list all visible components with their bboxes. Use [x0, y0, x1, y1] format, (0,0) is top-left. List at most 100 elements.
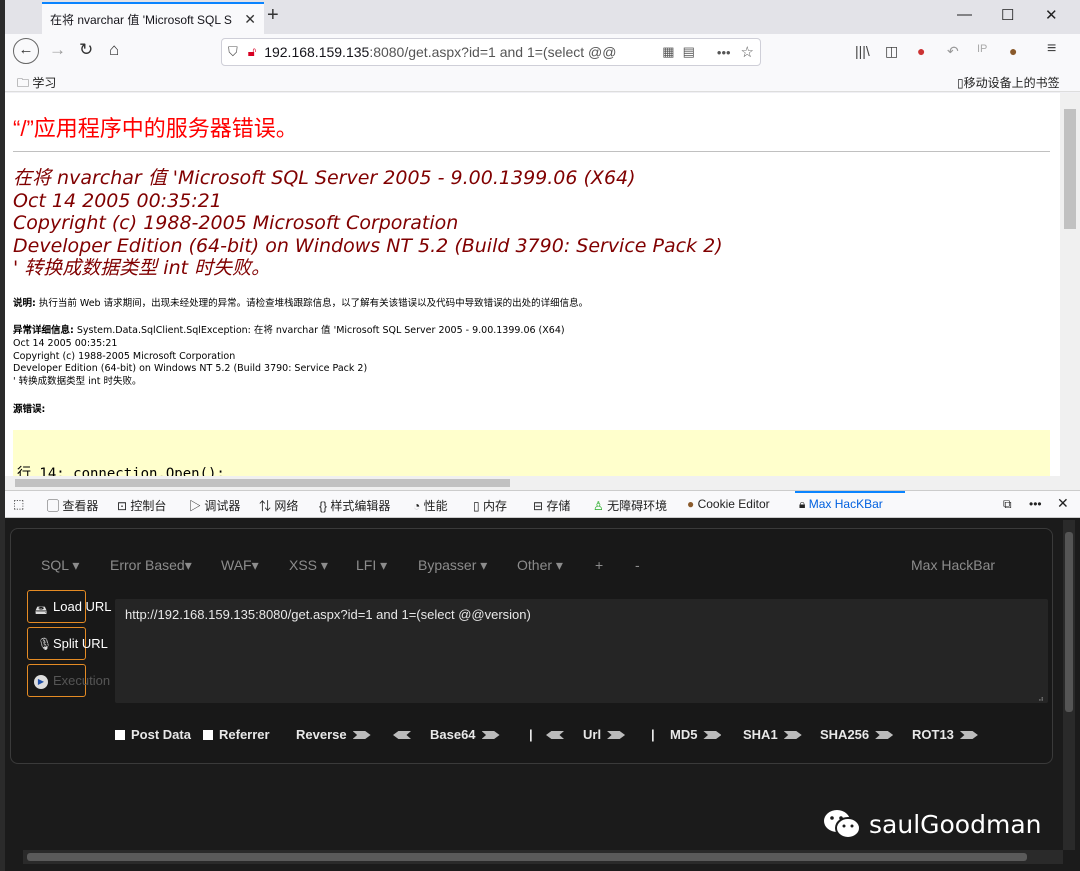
tab-inspector[interactable]: ▢ 查看器	[47, 497, 98, 514]
url-text: 192.168.159.135:8080/get.aspx?id=1 and 1…	[264, 44, 617, 60]
hackbar-brand: Max HackBar	[911, 557, 996, 573]
remove-button[interactable]: -	[635, 557, 640, 573]
undo-icon[interactable]: ↶	[947, 43, 959, 60]
home-icon[interactable]: ⌂	[109, 40, 119, 60]
error-line: Copyright (c) 1988-2005 Microsoft Corpor…	[13, 212, 459, 234]
page-vertical-scrollbar[interactable]	[1060, 93, 1080, 476]
shield-icon[interactable]: ⛉	[228, 44, 238, 60]
account-icon[interactable]: ●	[917, 43, 925, 59]
base64-decode-arrow[interactable]	[393, 727, 411, 742]
insecure-lock-icon[interactable]: 🔓︎	[248, 44, 256, 60]
tab-close-icon[interactable]: ✕	[244, 11, 256, 28]
devtools-toolbar: ⬚ ▢ 查看器 ⊡ 控制台 ▷ 调试器 ⇅ 网络 {} 样式编辑器 ◔ 性能 ▯…	[5, 490, 1080, 518]
menu-waf[interactable]: WAF▾	[221, 557, 259, 574]
hackbar-horizontal-scrollbar[interactable]	[23, 850, 1063, 864]
tab-title: 在将 nvarchar 值 'Microsoft SQL S	[50, 12, 232, 27]
divider	[13, 151, 1050, 152]
sidebar-icon[interactable]: ◫	[885, 43, 898, 60]
phone-icon: ▯	[957, 76, 964, 90]
load-icon: 🖴︎	[35, 603, 48, 617]
tab-strip: 在将 nvarchar 值 'Microsoft SQL S ✕ + — ☐ ✕	[5, 0, 1080, 34]
error-line: Oct 14 2005 00:35:21	[13, 189, 222, 212]
folder-icon: 🗀︎	[17, 76, 30, 90]
bookmark-star-icon[interactable]: ☆	[741, 43, 754, 61]
address-bar[interactable]: ⛉ 🔓︎ 192.168.159.135:8080/get.aspx?id=1 …	[221, 38, 761, 66]
play-icon: ▶	[34, 675, 48, 689]
sha1-button[interactable]: SHA1	[743, 727, 802, 742]
base64-button[interactable]: Base64	[430, 727, 500, 742]
error-line: 在将 nvarchar 值 'Microsoft SQL Server 2005…	[13, 167, 636, 189]
page-actions-icon[interactable]: •••	[717, 45, 731, 60]
tab-performance[interactable]: ◔ 性能	[413, 497, 448, 514]
referrer-checkbox[interactable]: Referrer	[203, 727, 270, 742]
reverse-button[interactable]: Reverse	[296, 727, 371, 742]
url-decode-arrow[interactable]	[546, 727, 564, 742]
reader-view-icon[interactable]: ▤	[683, 44, 695, 60]
cookie-icon[interactable]: ●	[1009, 43, 1017, 59]
add-button[interactable]: +	[595, 557, 603, 573]
browser-window: 在将 nvarchar 值 'Microsoft SQL S ✕ + — ☐ ✕…	[5, 0, 1080, 871]
tab-max-hackbar[interactable]: 🔒︎ Max HacKBar	[799, 497, 883, 512]
mobile-bookmarks[interactable]: ▯移动设备上的书签	[957, 74, 1060, 91]
hackbar-panel: SQL ▾ Error Based▾ WAF▾ XSS ▾ LFI ▾ Bypa…	[5, 518, 1080, 871]
tab-network[interactable]: ⇅ 网络	[259, 497, 298, 514]
bookmarks-toolbar: 🗀︎ 学习 ▯移动设备上的书签	[5, 70, 1080, 92]
code-line: 行 14: connection.Open();	[17, 466, 225, 476]
separator: |	[529, 727, 533, 742]
error-line: ' 转换成数据类型 int 时失败。	[13, 257, 271, 279]
library-icon[interactable]: |||\	[855, 43, 870, 59]
tab-storage[interactable]: ⊟ 存储	[533, 497, 570, 514]
tab-cookie-editor[interactable]: ● Cookie Editor	[687, 497, 770, 511]
error-line: Developer Edition (64-bit) on Windows NT…	[13, 234, 723, 257]
maximize-icon[interactable]: ☐	[1001, 6, 1014, 24]
hackbar-vertical-scrollbar[interactable]	[1063, 520, 1075, 850]
menu-lfi[interactable]: LFI ▾	[356, 557, 387, 574]
active-tab-indicator	[795, 491, 905, 493]
description: 说明: 执行当前 Web 请求期间，出现未经处理的异常。请检查堆栈跟踪信息，以了…	[13, 298, 589, 309]
url-textarea-value: http://192.168.159.135:8080/get.aspx?id=…	[125, 607, 531, 622]
resize-handle-icon[interactable]: ⣠	[1038, 692, 1044, 701]
error-message: 在将 nvarchar 值 'Microsoft SQL Server 2005…	[13, 167, 723, 280]
tab-console[interactable]: ⊡ 控制台	[117, 497, 166, 514]
menu-sql[interactable]: SQL ▾	[41, 557, 79, 574]
devtools-close-icon[interactable]: ✕	[1057, 495, 1069, 512]
tab-accessibility[interactable]: ♙ 无障碍环境	[593, 497, 667, 514]
menu-xss[interactable]: XSS ▾	[289, 557, 328, 574]
tab-memory[interactable]: ▯ 内存	[473, 497, 507, 514]
separator: |	[651, 727, 655, 742]
tab-debugger[interactable]: ▷ 调试器	[189, 497, 240, 514]
url-encode-button[interactable]: Url	[583, 727, 626, 742]
menu-error-based[interactable]: Error Based▾	[110, 557, 192, 574]
post-data-checkbox[interactable]: Post Data	[115, 727, 191, 742]
menu-other[interactable]: Other ▾	[517, 557, 563, 574]
watermark-text: saulGoodman	[869, 809, 1042, 839]
dock-icon[interactable]: ⧉	[1003, 497, 1012, 512]
exception-details: 异常详细信息: System.Data.SqlClient.SqlExcepti…	[13, 325, 565, 388]
back-arrow-icon[interactable]: ←	[13, 38, 39, 64]
forward-arrow-icon[interactable]: →	[49, 40, 66, 60]
sha256-button[interactable]: SHA256	[820, 727, 894, 742]
tab-style-editor[interactable]: {} 样式编辑器	[319, 497, 390, 514]
minimize-icon[interactable]: —	[957, 6, 972, 23]
new-tab-button[interactable]: +	[267, 4, 279, 27]
page-content: “/”应用程序中的服务器错误。 在将 nvarchar 值 'Microsoft…	[5, 93, 1060, 476]
rot13-button[interactable]: ROT13	[912, 727, 978, 742]
window-close-icon[interactable]: ✕	[1045, 6, 1058, 24]
page-horizontal-scrollbar[interactable]	[5, 476, 1080, 490]
navigation-bar: ← → ↻ ⌂ ⛉ 🔓︎ 192.168.159.135:8080/get.as…	[5, 34, 1080, 70]
bookmark-folder-study[interactable]: 🗀︎ 学习	[17, 74, 56, 95]
ip-icon[interactable]: IP	[977, 43, 987, 55]
source-code-box: 行 14: connection.Open();	[13, 430, 1050, 476]
devtools-more-icon[interactable]: •••	[1029, 497, 1042, 511]
element-picker-icon[interactable]: ⬚	[13, 497, 24, 511]
browser-tab[interactable]: 在将 nvarchar 值 'Microsoft SQL S ✕	[42, 2, 264, 34]
wechat-icon	[824, 810, 861, 839]
source-error-label: 源错误:	[13, 404, 46, 415]
url-textarea[interactable]: http://192.168.159.135:8080/get.aspx?id=…	[115, 599, 1048, 703]
md5-button[interactable]: MD5	[670, 727, 722, 742]
qr-code-icon[interactable]: ▦	[662, 44, 674, 60]
menu-bypasser[interactable]: Bypasser ▾	[418, 557, 487, 574]
split-icon: 🎙︎	[37, 637, 53, 651]
reload-icon[interactable]: ↻	[79, 40, 93, 60]
menu-icon[interactable]: ≡	[1047, 40, 1056, 58]
